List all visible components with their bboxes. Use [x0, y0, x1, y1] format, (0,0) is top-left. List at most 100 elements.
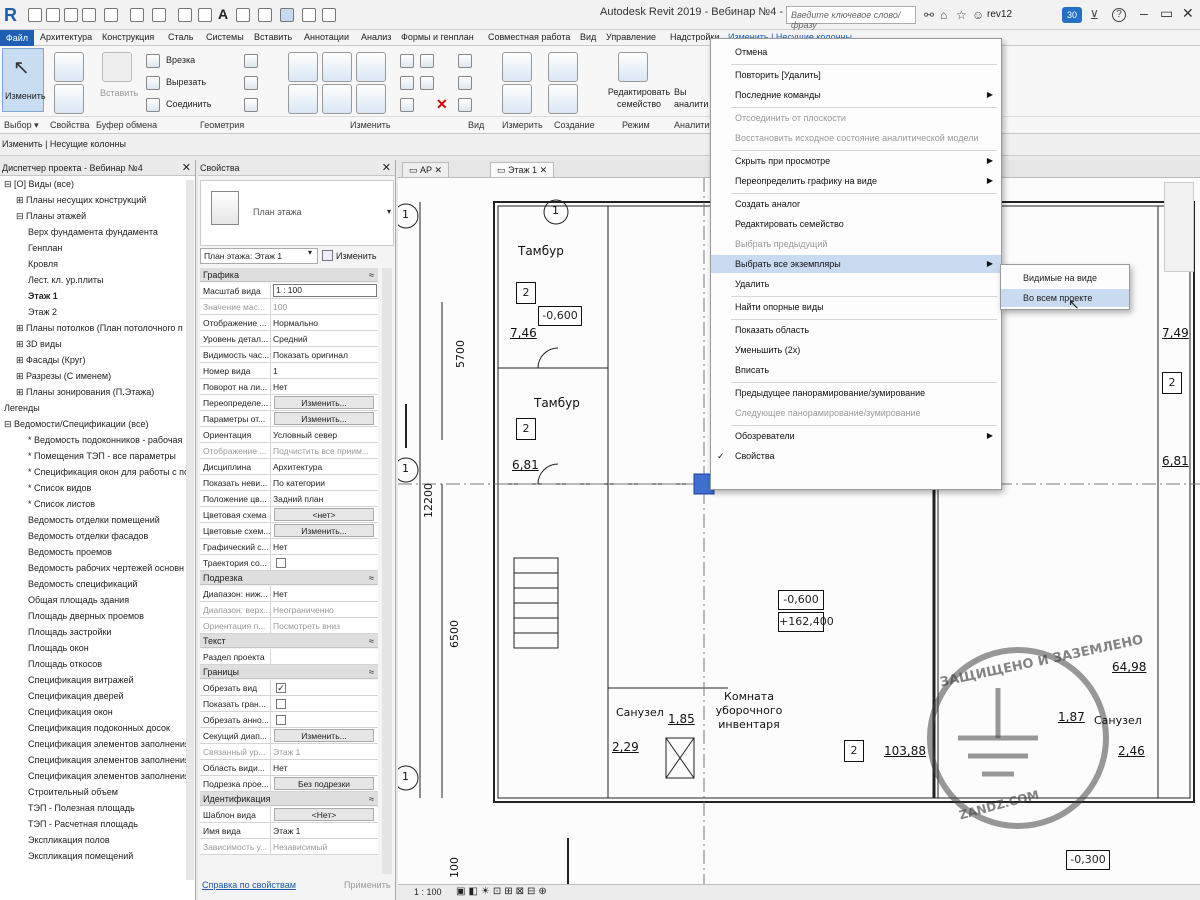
property-row[interactable]: Ориентация Условный север	[200, 427, 378, 443]
modify-button[interactable]: ↖ Изменить	[2, 48, 46, 112]
trial-badge[interactable]: 30	[1062, 7, 1082, 23]
browser-item[interactable]: Спецификация дверей	[28, 688, 124, 704]
browser-item[interactable]: ⊞ 3D виды	[16, 336, 62, 352]
browser-item[interactable]: Этаж 2	[28, 304, 57, 320]
view-tab-ar[interactable]: ▭ АР ✕	[402, 162, 450, 177]
browser-item[interactable]: Спецификация элементов заполнения	[28, 768, 190, 784]
tab-annotate[interactable]: Аннотации	[304, 32, 349, 42]
property-edit-button[interactable]: <нет>	[274, 508, 374, 521]
measure-tool-icon[interactable]	[502, 52, 532, 82]
dimension-icon[interactable]	[178, 8, 192, 22]
property-row[interactable]: Поворот на ли... Нет	[200, 379, 378, 395]
tab-insert[interactable]: Вставить	[254, 32, 292, 42]
user-name[interactable]: rev12	[987, 9, 1012, 20]
property-row[interactable]: Уровень детал... Средний	[200, 331, 378, 347]
minimize-icon[interactable]: –	[1140, 5, 1148, 21]
geometry-icon-1[interactable]	[244, 54, 258, 68]
match-icon[interactable]	[146, 98, 160, 112]
view-tab-floor1[interactable]: ▭ Этаж 1 ✕	[490, 162, 555, 177]
browser-item[interactable]: ⊟ Ведомости/Спецификации (все)	[4, 416, 148, 432]
instance-dropdown-icon[interactable]: ▾	[308, 248, 312, 257]
undo-icon[interactable]	[82, 8, 96, 22]
browser-item[interactable]: ⊟ [O] Виды (все)	[4, 176, 74, 192]
tab-manage[interactable]: Управление	[606, 32, 656, 42]
create-part-icon[interactable]	[548, 52, 578, 82]
scale-icon[interactable]	[420, 76, 434, 90]
favorites-icon[interactable]: ☆	[956, 8, 967, 22]
property-row[interactable]: Значение мас... 100	[200, 299, 378, 315]
cart-icon[interactable]: ⊻	[1090, 8, 1099, 22]
switch-windows-icon[interactable]	[322, 8, 336, 22]
property-value[interactable]: Подчистить все приим...	[273, 446, 377, 456]
property-row[interactable]: Видимость час... Показать оригинал	[200, 347, 378, 363]
property-edit-button[interactable]: <Нет>	[274, 808, 374, 821]
browser-item[interactable]: ⊞ Планы несущих конструкций	[16, 192, 146, 208]
property-value[interactable]: 100	[273, 302, 377, 312]
property-value[interactable]: Этаж 1	[273, 826, 377, 836]
property-value[interactable]: Неограниченно	[273, 605, 377, 615]
browser-item[interactable]: * Ведомость подоконников - рабочая	[28, 432, 182, 448]
tab-massing[interactable]: Формы и генплан	[401, 32, 474, 42]
property-row[interactable]: Показать гран...	[200, 696, 378, 712]
property-value[interactable]: По категории	[273, 478, 377, 488]
property-value[interactable]: Нормально	[273, 318, 377, 328]
copy-modify-icon[interactable]	[322, 84, 352, 114]
scale-label[interactable]: 1 : 100	[414, 887, 442, 897]
view-icon-1[interactable]	[458, 54, 472, 68]
browser-item[interactable]: Ведомость рабочих чертежей основн	[28, 560, 184, 576]
browser-item[interactable]: ТЭП - Расчетная площадь	[28, 816, 138, 832]
browser-item[interactable]: Ведомость проемов	[28, 544, 112, 560]
view-scale-input[interactable]: 1 : 100	[273, 284, 377, 297]
property-row[interactable]: Связанный ур... Этаж 1	[200, 744, 378, 760]
property-value[interactable]: Показать оригинал	[273, 350, 377, 360]
tag-icon[interactable]	[198, 8, 212, 22]
analytical-label[interactable]: Вы аналитич	[674, 86, 708, 110]
context-menu-item[interactable]: Переопределить графику на виде ▶	[711, 172, 1001, 190]
align-icon[interactable]	[288, 52, 318, 82]
browser-item[interactable]: Экспликация помещений	[28, 848, 133, 864]
edit-family-label[interactable]: Редактировать семейство	[604, 86, 674, 110]
browser-item[interactable]: Строительный объем	[28, 784, 118, 800]
collapse-icon[interactable]: ⊟	[16, 211, 26, 221]
property-group-header[interactable]: Текст ≈	[200, 634, 378, 648]
browser-item[interactable]: Спецификация элементов заполнения	[28, 736, 190, 752]
browser-item[interactable]: Генплан	[28, 240, 62, 256]
edit-type-button[interactable]: Изменить тип	[322, 248, 392, 277]
property-row[interactable]: Параметры от... Изменить...	[200, 411, 378, 427]
join-label[interactable]: Соединить	[166, 99, 211, 109]
section-icon[interactable]	[258, 8, 272, 22]
browser-item[interactable]: Площадь дверных проемов	[28, 608, 144, 624]
edit-family-icon[interactable]	[618, 52, 648, 82]
navigation-bar[interactable]	[1164, 182, 1194, 272]
select-in-entire-project-item[interactable]: Во всем проекте	[1001, 289, 1129, 307]
browser-item[interactable]: Спецификация подоконных досок	[28, 720, 170, 736]
browser-item[interactable]: Экспликация полов	[28, 832, 110, 848]
apply-button[interactable]: Применить	[344, 880, 391, 890]
property-row[interactable]: Обрезать анно...	[200, 712, 378, 728]
revit-logo[interactable]: R	[4, 4, 24, 26]
browser-item[interactable]: ⊞ Разрезы (С именем)	[16, 368, 111, 384]
property-row[interactable]: Цветовая схема <нет>	[200, 507, 378, 523]
property-edit-button[interactable]: Изменить...	[274, 729, 374, 742]
browser-item[interactable]: Ведомость отделки фасадов	[28, 528, 148, 544]
browser-item[interactable]: * Помещения ТЭП - все параметры	[28, 448, 176, 464]
mirror-icon[interactable]	[356, 52, 386, 82]
trim-icon[interactable]	[420, 54, 434, 68]
select-visible-in-view-item[interactable]: Видимые на виде	[1001, 269, 1129, 287]
cut2-label[interactable]: Вырезать	[166, 77, 206, 87]
type-selector[interactable]: План этажа ▾	[200, 180, 394, 246]
property-value[interactable]: Нет	[273, 589, 377, 599]
browser-item[interactable]: Спецификация элементов заполнения	[28, 752, 190, 768]
text-icon[interactable]: A	[218, 6, 228, 22]
browser-item[interactable]: ⊞ Планы потолков (План потолочного п	[16, 320, 183, 336]
offset-icon[interactable]	[322, 52, 352, 82]
expand-icon[interactable]: ⊞	[16, 195, 26, 205]
context-menu-item[interactable]: Вписать	[711, 361, 1001, 379]
property-row[interactable]: Ориентация п... Посмотреть вниз	[200, 618, 378, 634]
property-checkbox[interactable]	[276, 699, 286, 709]
user-icon[interactable]: ☺	[972, 8, 984, 22]
instance-selector[interactable]: План этажа: Этаж 1	[200, 248, 318, 264]
property-value[interactable]: 1	[273, 366, 377, 376]
browser-item[interactable]: Спецификация окон	[28, 704, 113, 720]
browser-item[interactable]: ⊟ Планы этажей	[16, 208, 86, 224]
